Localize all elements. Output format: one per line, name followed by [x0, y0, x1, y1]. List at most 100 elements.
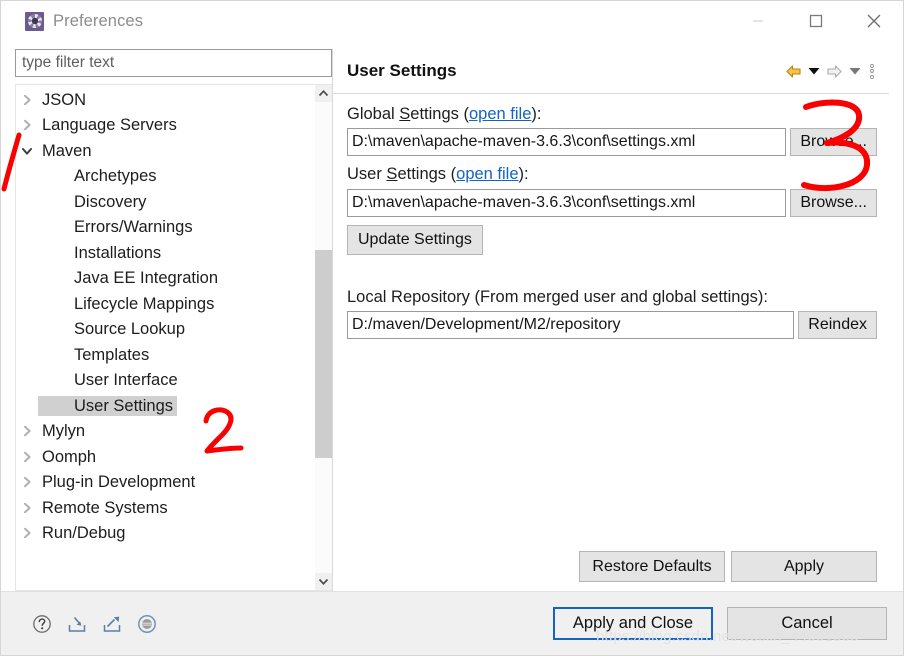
- tree-item-user-settings[interactable]: User Settings: [16, 393, 314, 419]
- page-content: Global Settings (open file): D:\maven\ap…: [333, 94, 889, 551]
- scroll-up-button[interactable]: [315, 85, 332, 102]
- gear-icon: [25, 11, 44, 31]
- tree-item-label: Oomph: [42, 447, 97, 466]
- tree-item-remote-systems[interactable]: Remote Systems: [16, 495, 314, 521]
- tree-item-run-debug[interactable]: Run/Debug: [16, 521, 314, 547]
- chevron-right-icon[interactable]: [16, 119, 38, 131]
- title-bar: Preferences: [1, 1, 903, 41]
- user-settings-label-end: ):: [518, 165, 529, 184]
- close-button[interactable]: [845, 1, 903, 41]
- tree-item-maven[interactable]: Maven: [16, 138, 314, 164]
- user-settings-open-file-link[interactable]: open file: [456, 165, 518, 183]
- filter-placeholder: type filter text: [22, 54, 115, 71]
- local-repository-row: D:/maven/Development/M2/repository Reind…: [347, 311, 877, 340]
- tree-item-archetypes[interactable]: Archetypes: [16, 164, 314, 190]
- title-bar-left: Preferences: [1, 11, 144, 31]
- user-settings-label-prefix: User: [347, 165, 387, 184]
- tree-item-language-servers[interactable]: Language Servers: [16, 113, 314, 139]
- reindex-button[interactable]: Reindex: [798, 311, 877, 340]
- preferences-tree-container: JSON Language Servers Maven Archetypes Disco…: [15, 84, 332, 591]
- user-settings-label-suffix: ettings (: [397, 165, 457, 184]
- user-settings-value: D:\maven\apache-maven-3.6.3\conf\setting…: [352, 193, 696, 211]
- tree-scrollbar[interactable]: [314, 85, 332, 590]
- tree-item-label: User Interface: [74, 371, 178, 389]
- vertical-dots-icon[interactable]: [865, 60, 879, 82]
- tree-item-mylyn[interactable]: Mylyn: [16, 419, 314, 445]
- chevron-down-icon[interactable]: [16, 145, 38, 157]
- help-icon[interactable]: [31, 613, 53, 635]
- tree-item-label: Installations: [74, 243, 162, 262]
- chevron-right-icon[interactable]: [16, 476, 38, 488]
- tree-item-label: Java EE Integration: [74, 269, 219, 287]
- global-settings-label-suffix: ettings (: [410, 105, 469, 123]
- global-settings-browse-button[interactable]: Browse...: [790, 128, 877, 157]
- global-settings-label-mnemonic: S: [399, 105, 411, 123]
- preferences-sidebar: type filter text JSON Language Servers Mav…: [15, 49, 332, 591]
- tree-item-oomph[interactable]: Oomph: [16, 444, 314, 470]
- tree-item-installations[interactable]: Installations: [16, 240, 314, 266]
- page-title: User Settings: [347, 61, 457, 80]
- tree-item-json[interactable]: JSON: [16, 87, 314, 113]
- export-icon[interactable]: [101, 613, 123, 635]
- tree-item-label: Lifecycle Mappings: [74, 294, 215, 313]
- tree-item-label: Run/Debug: [42, 524, 126, 542]
- window-title: Preferences: [53, 11, 144, 30]
- global-settings-open-file-link[interactable]: open file: [469, 105, 531, 123]
- chevron-right-icon[interactable]: [16, 527, 38, 539]
- tree-item-lifecycle-mappings[interactable]: Lifecycle Mappings: [16, 291, 314, 317]
- restore-defaults-button[interactable]: Restore Defaults: [579, 551, 725, 582]
- apply-button[interactable]: Apply: [731, 551, 877, 582]
- minimize-button[interactable]: [729, 1, 787, 41]
- tree-item-plug-in-development[interactable]: Plug-in Development: [16, 470, 314, 496]
- back-history-chevron-down-icon[interactable]: [806, 60, 822, 82]
- dialog-body: type filter text JSON Language Servers Mav…: [1, 41, 903, 591]
- user-settings-label: User Settings (open file):: [347, 164, 877, 185]
- tree-item-label: Plug-in Development: [42, 473, 196, 491]
- tree-item-label: Templates: [74, 345, 150, 364]
- tree-item-label: Language Servers: [42, 116, 177, 134]
- tree-item-java-ee-integration[interactable]: Java EE Integration: [16, 266, 314, 292]
- tree-item-label: Archetypes: [74, 167, 157, 185]
- local-repository-input: D:/maven/Development/M2/repository: [347, 311, 795, 340]
- scrollbar-track[interactable]: [315, 102, 332, 573]
- tree-item-label: Maven: [42, 141, 92, 160]
- global-settings-input[interactable]: D:\maven\apache-maven-3.6.3\conf\setting…: [347, 128, 787, 157]
- tree-item-templates[interactable]: Templates: [16, 342, 314, 368]
- bottom-bar-buttons: Apply and Close Cancel: [553, 607, 887, 640]
- local-repository-value: D:/maven/Development/M2/repository: [352, 316, 621, 334]
- tree-item-label: Errors/Warnings: [74, 218, 193, 236]
- tree-item-label: Source Lookup: [74, 320, 185, 338]
- preferences-page: User Settings Global Settings (open file…: [332, 49, 889, 591]
- tree-item-label: Remote Systems: [42, 498, 168, 517]
- chevron-right-icon[interactable]: [16, 451, 38, 463]
- scrollbar-thumb[interactable]: [315, 250, 332, 458]
- maximize-button[interactable]: [787, 1, 845, 41]
- user-settings-input[interactable]: D:\maven\apache-maven-3.6.3\conf\setting…: [347, 188, 787, 217]
- global-settings-label-end: ):: [531, 105, 542, 123]
- filter-input[interactable]: type filter text: [15, 49, 332, 77]
- oomph-record-icon[interactable]: [136, 613, 158, 635]
- tree-item-discovery[interactable]: Discovery: [16, 189, 314, 215]
- window-controls: [729, 1, 903, 41]
- user-settings-browse-button[interactable]: Browse...: [790, 188, 877, 217]
- tree-item-errors-warnings[interactable]: Errors/Warnings: [16, 215, 314, 241]
- update-settings-button[interactable]: Update Settings: [347, 224, 483, 255]
- chevron-right-icon[interactable]: [16, 425, 38, 437]
- import-icon[interactable]: [66, 613, 88, 635]
- preferences-tree[interactable]: JSON Language Servers Maven Archetypes Disco…: [16, 85, 314, 590]
- global-settings-label: Global Settings (open file):: [347, 104, 877, 125]
- cancel-button[interactable]: Cancel: [727, 607, 887, 640]
- back-arrow-icon[interactable]: [783, 60, 804, 82]
- tree-item-source-lookup[interactable]: Source Lookup: [16, 317, 314, 343]
- tree-item-label: User Settings: [38, 395, 178, 416]
- tree-item-label: JSON: [42, 90, 87, 109]
- scroll-down-button[interactable]: [315, 573, 332, 590]
- chevron-right-icon[interactable]: [16, 502, 38, 514]
- tree-item-user-interface[interactable]: User Interface: [16, 368, 314, 394]
- chevron-right-icon[interactable]: [16, 94, 38, 106]
- page-footer-buttons: Restore Defaults Apply: [333, 551, 889, 591]
- apply-and-close-button[interactable]: Apply and Close: [553, 607, 713, 640]
- forward-history-chevron-down-icon: [847, 60, 863, 82]
- page-navigation: [783, 60, 879, 82]
